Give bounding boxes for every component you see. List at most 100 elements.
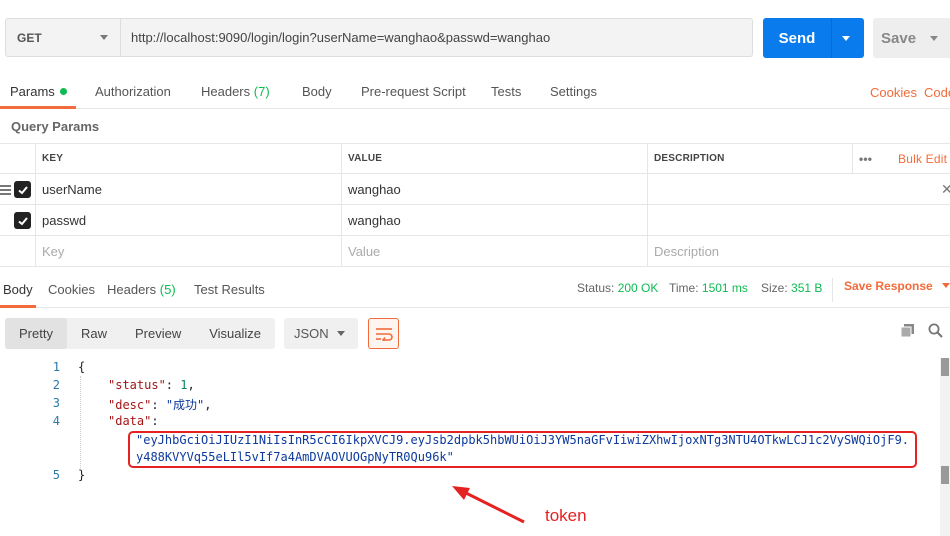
status-number: 1 [180, 378, 188, 392]
code-scrollbar[interactable] [940, 358, 950, 536]
status-key: "status" [108, 378, 166, 392]
chevron-down-icon [100, 35, 108, 40]
new-key-input[interactable]: Key [35, 236, 341, 266]
size-indicator[interactable]: Size: 351 B [761, 281, 822, 295]
mode-visualize[interactable]: Visualize [195, 326, 275, 341]
chevron-down-icon [337, 331, 345, 336]
time-indicator[interactable]: Time: 1501 ms [669, 281, 748, 295]
response-tab-headers[interactable]: Headers (5) [107, 282, 176, 297]
token-highlight-box [128, 431, 917, 468]
save-dropdown-icon[interactable] [930, 35, 939, 41]
col-value-header: VALUE [341, 144, 647, 173]
search-icon[interactable] [928, 323, 943, 338]
drag-handle-icon[interactable] [0, 185, 11, 197]
save-response-label: Save Response [844, 279, 933, 293]
response-headers-label: Headers [107, 282, 157, 297]
cookies-link[interactable]: Cookies [870, 85, 917, 100]
mode-raw[interactable]: Raw [67, 326, 121, 341]
chevron-down-icon [942, 283, 950, 288]
params-indicator-icon [59, 88, 67, 95]
tab-headers-count: (7) [253, 84, 270, 99]
more-options-icon[interactable]: ••• [852, 144, 892, 173]
copy-icon[interactable] [900, 324, 915, 338]
status-value: 200 OK [617, 281, 659, 295]
annotation-label: token [545, 506, 587, 525]
checkmark-icon [17, 216, 28, 225]
tab-authorization[interactable]: Authorization [95, 84, 171, 99]
method-select[interactable]: GET [5, 18, 121, 57]
code-close-brace: } [78, 468, 86, 482]
table-row: passwd wanghao [0, 205, 950, 236]
row-checkbox[interactable] [14, 212, 31, 229]
time-value: 1501 ms [701, 281, 748, 295]
wrap-lines-icon [375, 327, 393, 341]
param-value-cell[interactable]: wanghao [341, 174, 647, 204]
param-key-cell[interactable]: userName [35, 174, 341, 204]
desc-key: "desc" [108, 398, 152, 412]
table-row-empty: Key Value Description [0, 236, 950, 267]
active-tab-underline [0, 106, 76, 109]
line-number: 2 [52, 378, 60, 392]
tab-body[interactable]: Body [302, 84, 332, 99]
size-label: Size: [761, 281, 788, 295]
response-active-underline [0, 305, 36, 308]
new-description-input[interactable]: Description [647, 236, 950, 266]
wrap-lines-button[interactable] [368, 318, 399, 349]
scrollbar-thumb[interactable] [941, 358, 949, 376]
response-tab-cookies[interactable]: Cookies [48, 282, 95, 297]
response-headers-count: (5) [159, 282, 176, 297]
checkmark-icon [17, 185, 28, 194]
mode-pretty[interactable]: Pretty [5, 318, 67, 349]
status-indicator: Status: 200 OK [577, 281, 658, 295]
response-tab-body[interactable]: Body [3, 282, 33, 297]
tab-settings[interactable]: Settings [550, 84, 597, 99]
col-description-header: DESCRIPTION [647, 144, 852, 173]
table-row: userName wanghao ✕ [0, 174, 950, 205]
mode-preview[interactable]: Preview [121, 326, 195, 341]
query-params-title: Query Params [11, 119, 100, 134]
code-line-status: "status": 1, [108, 378, 195, 392]
status-label: Status: [577, 281, 615, 295]
code-link[interactable]: Code [924, 85, 950, 100]
send-divider [831, 18, 832, 58]
indent-guide [80, 376, 81, 468]
tab-headers[interactable]: Headers (7) [201, 84, 270, 99]
params-header-row: KEY VALUE DESCRIPTION ••• Bulk Edit [0, 143, 950, 174]
param-value-cell[interactable]: wanghao [341, 205, 647, 235]
line-number: 4 [52, 414, 60, 428]
col-key-header: KEY [35, 144, 341, 173]
param-description-cell[interactable] [647, 174, 950, 204]
row-checkbox[interactable] [14, 181, 31, 198]
url-text: http://localhost:9090/login/login?userNa… [131, 30, 551, 45]
response-tab-test-results[interactable]: Test Results [194, 282, 265, 297]
code-line-data: "data": [108, 414, 159, 428]
param-key-cell[interactable]: passwd [35, 205, 341, 235]
scrollbar-thumb-lower[interactable] [941, 466, 949, 484]
url-input[interactable]: http://localhost:9090/login/login?userNa… [121, 18, 753, 57]
bulk-edit-link[interactable]: Bulk Edit [892, 144, 950, 173]
param-description-cell[interactable] [647, 205, 950, 235]
response-tabs: Body Cookies Headers (5) Test Results St… [0, 276, 950, 308]
tab-params[interactable]: Params [10, 84, 67, 99]
send-button[interactable]: Send [763, 18, 864, 58]
time-label: Time: [669, 281, 699, 295]
line-number: 1 [52, 360, 60, 374]
delete-row-icon[interactable]: ✕ [941, 181, 950, 198]
annotation-arrow-icon [452, 486, 525, 524]
code-open-brace: { [78, 360, 86, 374]
line-number: 5 [52, 468, 60, 482]
save-button[interactable]: Save [873, 18, 950, 58]
format-select[interactable]: JSON [284, 318, 358, 349]
view-mode-group: Pretty Raw Preview Visualize [5, 318, 276, 349]
tab-prerequest-script[interactable]: Pre-request Script [361, 84, 466, 99]
tab-params-label: Params [10, 84, 55, 99]
desc-string: "成功" [165, 398, 205, 412]
send-dropdown-icon[interactable] [842, 35, 850, 41]
tab-tests[interactable]: Tests [491, 84, 521, 99]
save-response-button[interactable]: Save Response [844, 279, 950, 293]
save-label: Save [881, 29, 917, 47]
send-label: Send [778, 29, 816, 47]
data-key: "data" [108, 414, 152, 428]
request-tabs: Params Authorization Headers (7) Body Pr… [0, 75, 950, 109]
new-value-input[interactable]: Value [341, 236, 647, 266]
